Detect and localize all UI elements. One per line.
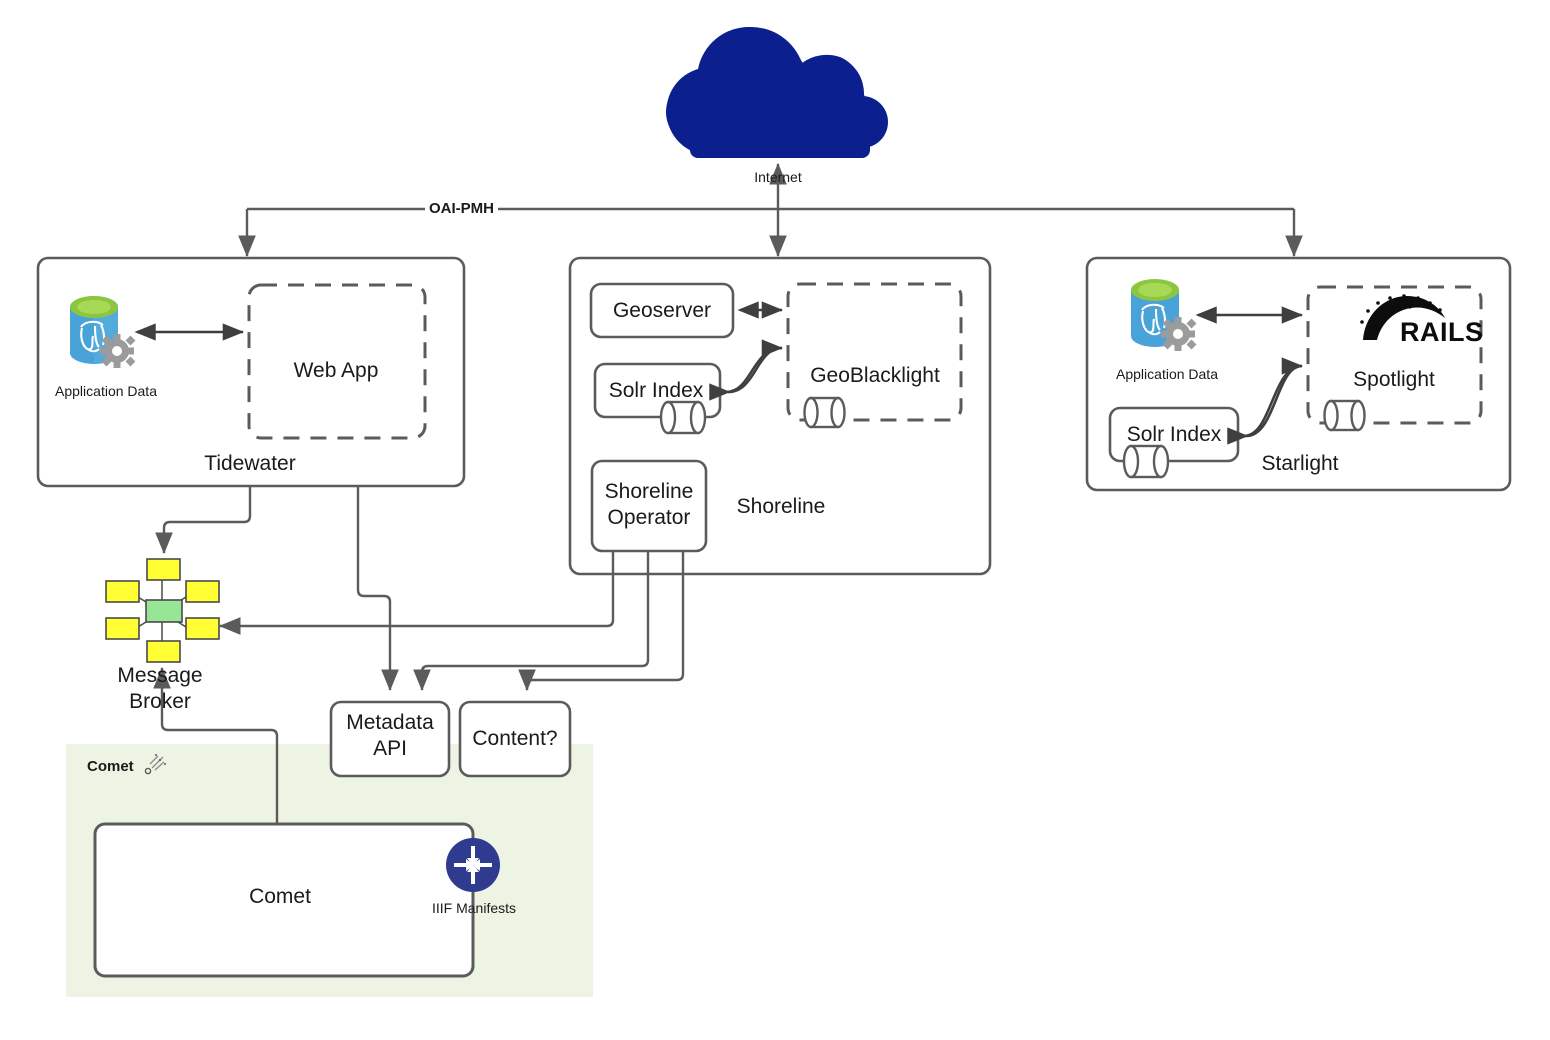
iiif-manifests-label: IIIF Manifests bbox=[431, 900, 517, 916]
metadata-api-label-line2: API bbox=[373, 737, 407, 761]
shoreline-operator-label-line1: Shoreline bbox=[604, 480, 694, 503]
iiif-router-icon bbox=[446, 838, 500, 892]
shoreline-label: Shoreline bbox=[736, 495, 826, 518]
gear-icon bbox=[100, 334, 136, 368]
message-broker-hub-icon bbox=[105, 558, 220, 663]
internet-label: Internet bbox=[754, 169, 802, 185]
database-cylinder-icon-geoblacklight bbox=[803, 396, 846, 429]
geoserver-label: Geoserver bbox=[612, 299, 712, 322]
database-cylinder-icon-solr-starlight bbox=[1122, 444, 1170, 479]
message-broker-label: Message Broker bbox=[117, 663, 202, 716]
message-broker-label-line2: Broker bbox=[129, 690, 191, 714]
tidewater-db-label: Application Data bbox=[55, 383, 157, 399]
starlight-label: Starlight bbox=[1261, 452, 1339, 475]
spotlight-label: Spotlight bbox=[1353, 368, 1435, 391]
database-cylinder-icon-spotlight bbox=[1323, 399, 1366, 432]
gear-icon bbox=[1161, 317, 1197, 351]
starlight-db-label: Application Data bbox=[1116, 366, 1218, 382]
tidewater-label: Tidewater bbox=[204, 452, 296, 475]
shoreline-operator-label: Shoreline Operator bbox=[605, 479, 694, 532]
cloud-icon bbox=[666, 26, 888, 158]
geoblacklight-label: GeoBlacklight bbox=[810, 364, 940, 387]
oai-pmh-label: OAI-PMH bbox=[425, 200, 498, 217]
metadata-api-label-line1: Metadata bbox=[346, 711, 434, 734]
diagram-canvas: RAILS bbox=[36, 26, 1512, 997]
database-cylinder-icon-solr-shoreline bbox=[659, 400, 707, 435]
shoreline-operator-label-line2: Operator bbox=[607, 506, 691, 530]
metadata-api-label: Metadata API bbox=[346, 710, 434, 763]
solr-index-label-starlight: Solr Index bbox=[1126, 423, 1222, 446]
architecture-diagram: RAILS Internet OAI-PMH Application Data … bbox=[0, 0, 1550, 1040]
comet-box-label: Comet bbox=[249, 885, 311, 908]
svg-text:RAILS: RAILS bbox=[1400, 317, 1484, 347]
web-app-label: Web App bbox=[293, 359, 379, 382]
comet-zone-label: Comet bbox=[87, 758, 134, 775]
content-label: Content? bbox=[472, 727, 558, 750]
solr-index-label-shoreline: Solr Index bbox=[608, 379, 704, 402]
message-broker-label-line1: Message bbox=[117, 664, 203, 687]
